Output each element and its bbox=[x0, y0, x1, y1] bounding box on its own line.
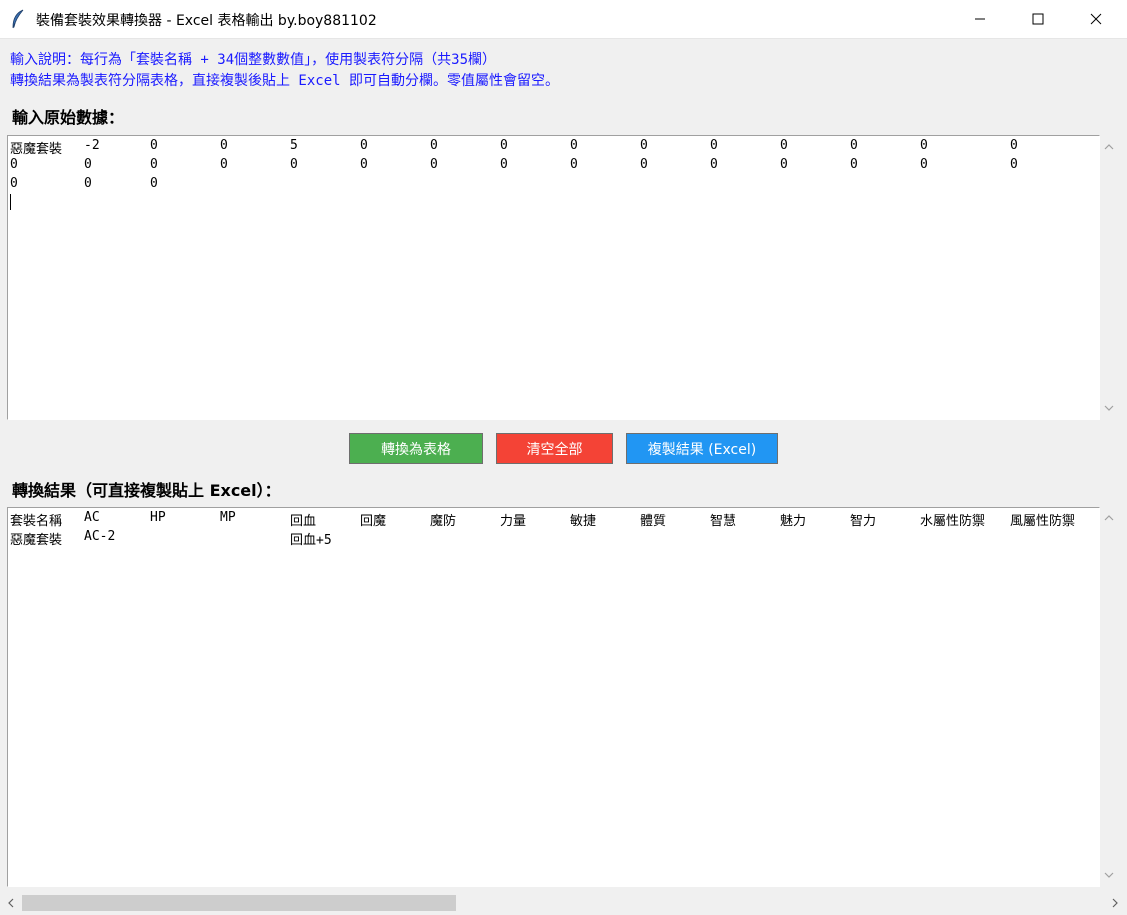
chevron-up-icon[interactable] bbox=[1103, 512, 1115, 524]
close-button[interactable] bbox=[1067, 0, 1125, 38]
input-value: 0 bbox=[430, 157, 438, 172]
input-value: 0 bbox=[150, 157, 158, 172]
input-value: 0 bbox=[640, 138, 648, 153]
input-value: 0 bbox=[640, 157, 648, 172]
input-value: 0 bbox=[10, 176, 18, 191]
horizontal-scroll-thumb[interactable] bbox=[22, 895, 456, 911]
input-value: 0 bbox=[220, 157, 228, 172]
input-value: 0 bbox=[570, 157, 578, 172]
input-value: 0 bbox=[500, 157, 508, 172]
feather-icon bbox=[12, 9, 24, 29]
chevron-left-icon[interactable] bbox=[5, 897, 17, 909]
input-value: 0 bbox=[710, 157, 718, 172]
chevron-down-icon[interactable] bbox=[1103, 402, 1115, 414]
input-value: 0 bbox=[360, 138, 368, 153]
input-value: 0 bbox=[920, 157, 928, 172]
convert-button[interactable]: 轉換為表格 bbox=[349, 433, 483, 464]
description-line-2: 轉換結果為製表符分隔表格，直接複製後貼上 Excel 即可自動分欄。零值屬性會留… bbox=[10, 73, 559, 89]
output-cell: AC-2 bbox=[84, 529, 116, 544]
output-header-row: 套裝名稱 AC HP MP 回血 回魔 魔防 力量 敏捷 體質 智慧 魅力 智力 水屬性防禦 風屬性防禦 bbox=[8, 508, 1099, 529]
window-title: 裝備套裝效果轉換器 - Excel 表格輸出 by.boy881102 bbox=[36, 13, 377, 29]
chevron-up-icon[interactable] bbox=[1103, 141, 1115, 153]
output-header-cell: MP bbox=[220, 510, 236, 525]
output-cell: 惡魔套裝 bbox=[10, 533, 63, 548]
output-textarea[interactable]: 套裝名稱 AC HP MP 回血 回魔 魔防 力量 敏捷 體質 智慧 魅力 智力 水屬性防禦 風屬性防禦 惡魔… bbox=[7, 507, 1100, 887]
input-line: 惡魔套裝 -2 0 0 5 0 0 0 0 0 0 0 0 0 0 bbox=[8, 136, 1099, 157]
input-section-label: 輸入原始數據： bbox=[12, 108, 125, 127]
output-vertical-scrollbar[interactable] bbox=[1100, 507, 1118, 886]
input-value: 5 bbox=[290, 138, 298, 153]
input-line: 0 0 0 bbox=[8, 174, 1099, 193]
minimize-button[interactable] bbox=[951, 0, 1009, 38]
input-line: 0 0 0 0 0 0 0 0 0 0 0 0 0 0 0 bbox=[8, 155, 1099, 174]
chevron-down-icon[interactable] bbox=[1103, 869, 1115, 881]
text-caret bbox=[10, 194, 11, 210]
input-value: 0 bbox=[290, 157, 298, 172]
input-value: 0 bbox=[430, 138, 438, 153]
input-value: 0 bbox=[220, 138, 228, 153]
input-value: 0 bbox=[1010, 157, 1018, 172]
output-cell: 回血+5 bbox=[290, 533, 332, 548]
output-header-cell: HP bbox=[150, 510, 166, 525]
input-value: 0 bbox=[710, 138, 718, 153]
chevron-right-icon[interactable] bbox=[1109, 897, 1121, 909]
input-value: 0 bbox=[850, 157, 858, 172]
output-section-label: 轉換結果（可直接複製貼上 Excel）： bbox=[12, 481, 281, 500]
input-value: 0 bbox=[150, 176, 158, 191]
input-value: 0 bbox=[780, 157, 788, 172]
input-value: 0 bbox=[360, 157, 368, 172]
input-value: 0 bbox=[570, 138, 578, 153]
output-header-cell: AC bbox=[84, 510, 100, 525]
input-value: 0 bbox=[84, 176, 92, 191]
input-line bbox=[8, 193, 1099, 212]
input-value: 0 bbox=[850, 138, 858, 153]
input-value: 0 bbox=[920, 138, 928, 153]
close-icon bbox=[1090, 13, 1102, 25]
input-textarea[interactable]: 惡魔套裝 -2 0 0 5 0 0 0 0 0 0 0 0 0 0 0 0 0 0 0 0 0 0 0 0 0 0 0 0 0 0 0 0 bbox=[7, 135, 1100, 420]
maximize-button[interactable] bbox=[1009, 0, 1067, 38]
input-value: 0 bbox=[150, 138, 158, 153]
output-row: 惡魔套裝 AC-2 回血+5 bbox=[8, 527, 1099, 548]
output-horizontal-scrollbar[interactable] bbox=[0, 891, 1127, 915]
maximize-icon bbox=[1032, 13, 1044, 25]
clear-all-button[interactable]: 清空全部 bbox=[496, 433, 613, 464]
input-value: 0 bbox=[84, 157, 92, 172]
minimize-icon bbox=[975, 18, 985, 20]
input-value: -2 bbox=[84, 138, 100, 153]
input-value: 0 bbox=[500, 138, 508, 153]
input-value: 0 bbox=[780, 138, 788, 153]
input-value: 0 bbox=[10, 157, 18, 172]
description-line-1: 輸入說明：每行為「套裝名稱 + 34個整數數值」，使用製表符分隔（共35欄） bbox=[10, 52, 496, 68]
copy-result-button[interactable]: 複製結果 (Excel) bbox=[626, 433, 778, 464]
title-bar: 裝備套裝效果轉換器 - Excel 表格輸出 by.boy881102 bbox=[0, 0, 1127, 39]
input-value: 0 bbox=[1010, 138, 1018, 153]
input-vertical-scrollbar[interactable] bbox=[1100, 136, 1118, 419]
